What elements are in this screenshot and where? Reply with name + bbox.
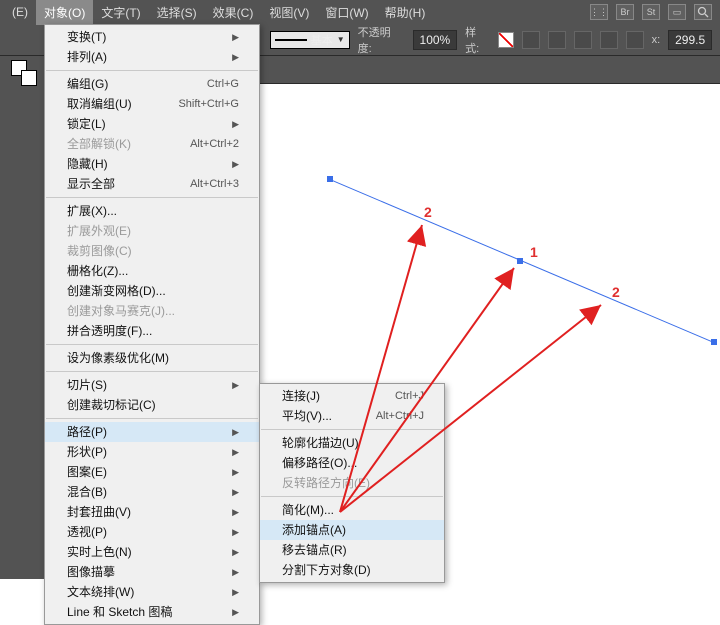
submenu-item[interactable]: 分割下方对象(D) bbox=[260, 560, 444, 580]
menu-item[interactable]: 封套扭曲(V)▶ bbox=[45, 502, 259, 522]
menu-window[interactable]: 窗口(W) bbox=[317, 0, 376, 25]
path-submenu[interactable]: 连接(J)Ctrl+J平均(V)...Alt+Ctrl+J 轮廓化描边(U)偏移路… bbox=[259, 383, 445, 583]
search-icon[interactable] bbox=[694, 4, 712, 20]
menu-item[interactable]: 显示全部Alt+Ctrl+3 bbox=[45, 174, 259, 194]
menu-object[interactable]: 对象(O) bbox=[36, 0, 93, 25]
menu-item[interactable]: 创建裁切标记(C) bbox=[45, 395, 259, 415]
menu-item[interactable]: 设为像素级优化(M) bbox=[45, 348, 259, 368]
submenu-item[interactable]: 连接(J)Ctrl+J bbox=[260, 386, 444, 406]
menu-item[interactable]: 图像描摹▶ bbox=[45, 562, 259, 582]
menu-item[interactable]: 隐藏(H)▶ bbox=[45, 154, 259, 174]
stroke-swatch[interactable] bbox=[21, 70, 37, 86]
menu-item[interactable]: 混合(B)▶ bbox=[45, 482, 259, 502]
anchor-point-mid[interactable] bbox=[517, 258, 523, 264]
anchor-point-end[interactable] bbox=[711, 339, 717, 345]
menu-item[interactable]: 锁定(L)▶ bbox=[45, 114, 259, 134]
menu-item[interactable]: 切片(S)▶ bbox=[45, 375, 259, 395]
arrange-icon[interactable]: ▭ bbox=[668, 4, 686, 20]
menu-item[interactable]: 路径(P)▶ bbox=[45, 422, 259, 442]
transform-icon[interactable] bbox=[548, 31, 566, 49]
x-value[interactable]: 299.5 bbox=[668, 30, 712, 50]
menu-item[interactable]: Line 和 Sketch 图稿▶ bbox=[45, 602, 259, 622]
menu-item[interactable]: 文本绕排(W)▶ bbox=[45, 582, 259, 602]
stock-icon[interactable]: St bbox=[642, 4, 660, 20]
menu-select[interactable]: 选择(S) bbox=[149, 0, 205, 25]
menu-item[interactable]: 实时上色(N)▶ bbox=[45, 542, 259, 562]
annotation-2a: 2 bbox=[424, 204, 432, 220]
submenu-item[interactable]: 偏移路径(O)... bbox=[260, 453, 444, 473]
menubar-right-icons: ⋮⋮ Br St ▭ bbox=[590, 4, 712, 20]
submenu-item[interactable]: 移去锚点(R) bbox=[260, 540, 444, 560]
submenu-item[interactable]: 轮廓化描边(U) bbox=[260, 433, 444, 453]
misc-icon-1[interactable] bbox=[574, 31, 592, 49]
menu-view[interactable]: 视图(V) bbox=[261, 0, 317, 25]
bridge-icon[interactable]: Br bbox=[616, 4, 634, 20]
menu-item: 扩展外观(E) bbox=[45, 221, 259, 241]
menu-effect[interactable]: 效果(C) bbox=[205, 0, 262, 25]
menu-item: 全部解锁(K)Alt+Ctrl+2 bbox=[45, 134, 259, 154]
style-swatch[interactable] bbox=[498, 32, 514, 48]
submenu-item[interactable]: 平均(V)...Alt+Ctrl+J bbox=[260, 406, 444, 426]
annotation-1: 1 bbox=[530, 244, 538, 260]
menu-item: 裁剪图像(C) bbox=[45, 241, 259, 261]
menu-item[interactable]: 透视(P)▶ bbox=[45, 522, 259, 542]
menu-item[interactable]: 排列(A)▶ bbox=[45, 47, 259, 67]
menu-item[interactable]: 图案(E)▶ bbox=[45, 462, 259, 482]
style-label: 样式: bbox=[465, 24, 490, 56]
menu-item: 创建对象马赛克(J)... bbox=[45, 301, 259, 321]
misc-icon-2[interactable] bbox=[600, 31, 618, 49]
menu-item[interactable]: 编组(G)Ctrl+G bbox=[45, 74, 259, 94]
x-label: x: bbox=[652, 34, 661, 46]
overflow-dots-icon[interactable]: ⋮⋮ bbox=[590, 4, 608, 20]
stroke-style-dropdown[interactable]: 基本 ▼ bbox=[270, 31, 350, 49]
submenu-item: 反转路径方向(E) bbox=[260, 473, 444, 493]
menubar: (E) 对象(O) 文字(T) 选择(S) 效果(C) 视图(V) 窗口(W) … bbox=[0, 0, 720, 24]
fill-stroke-swatches[interactable] bbox=[11, 60, 33, 82]
misc-icon-3[interactable] bbox=[626, 31, 644, 49]
menu-item[interactable]: 变换(T)▶ bbox=[45, 27, 259, 47]
tools-rail bbox=[0, 56, 44, 579]
align-icon[interactable] bbox=[522, 31, 540, 49]
anchor-point-start[interactable] bbox=[327, 176, 333, 182]
opacity-label: 不透明度: bbox=[358, 24, 405, 56]
menu-item[interactable]: 形状(P)▶ bbox=[45, 442, 259, 462]
object-dropdown[interactable]: 变换(T)▶排列(A)▶ 编组(G)Ctrl+G取消编组(U)Shift+Ctrl… bbox=[44, 24, 260, 625]
annotation-2b: 2 bbox=[612, 284, 620, 300]
submenu-item[interactable]: 简化(M)... bbox=[260, 500, 444, 520]
submenu-item[interactable]: 添加锚点(A) bbox=[260, 520, 444, 540]
menu-edit[interactable]: (E) bbox=[4, 1, 36, 23]
menu-item[interactable]: 取消编组(U)Shift+Ctrl+G bbox=[45, 94, 259, 114]
menu-type[interactable]: 文字(T) bbox=[93, 0, 148, 25]
opacity-value[interactable]: 100% bbox=[413, 30, 458, 50]
menu-item[interactable]: 扩展(X)... bbox=[45, 201, 259, 221]
menu-item[interactable]: 栅格化(Z)... bbox=[45, 261, 259, 281]
menu-help[interactable]: 帮助(H) bbox=[377, 0, 434, 25]
menu-item[interactable]: 拼合透明度(F)... bbox=[45, 321, 259, 341]
menu-item[interactable]: 创建渐变网格(D)... bbox=[45, 281, 259, 301]
